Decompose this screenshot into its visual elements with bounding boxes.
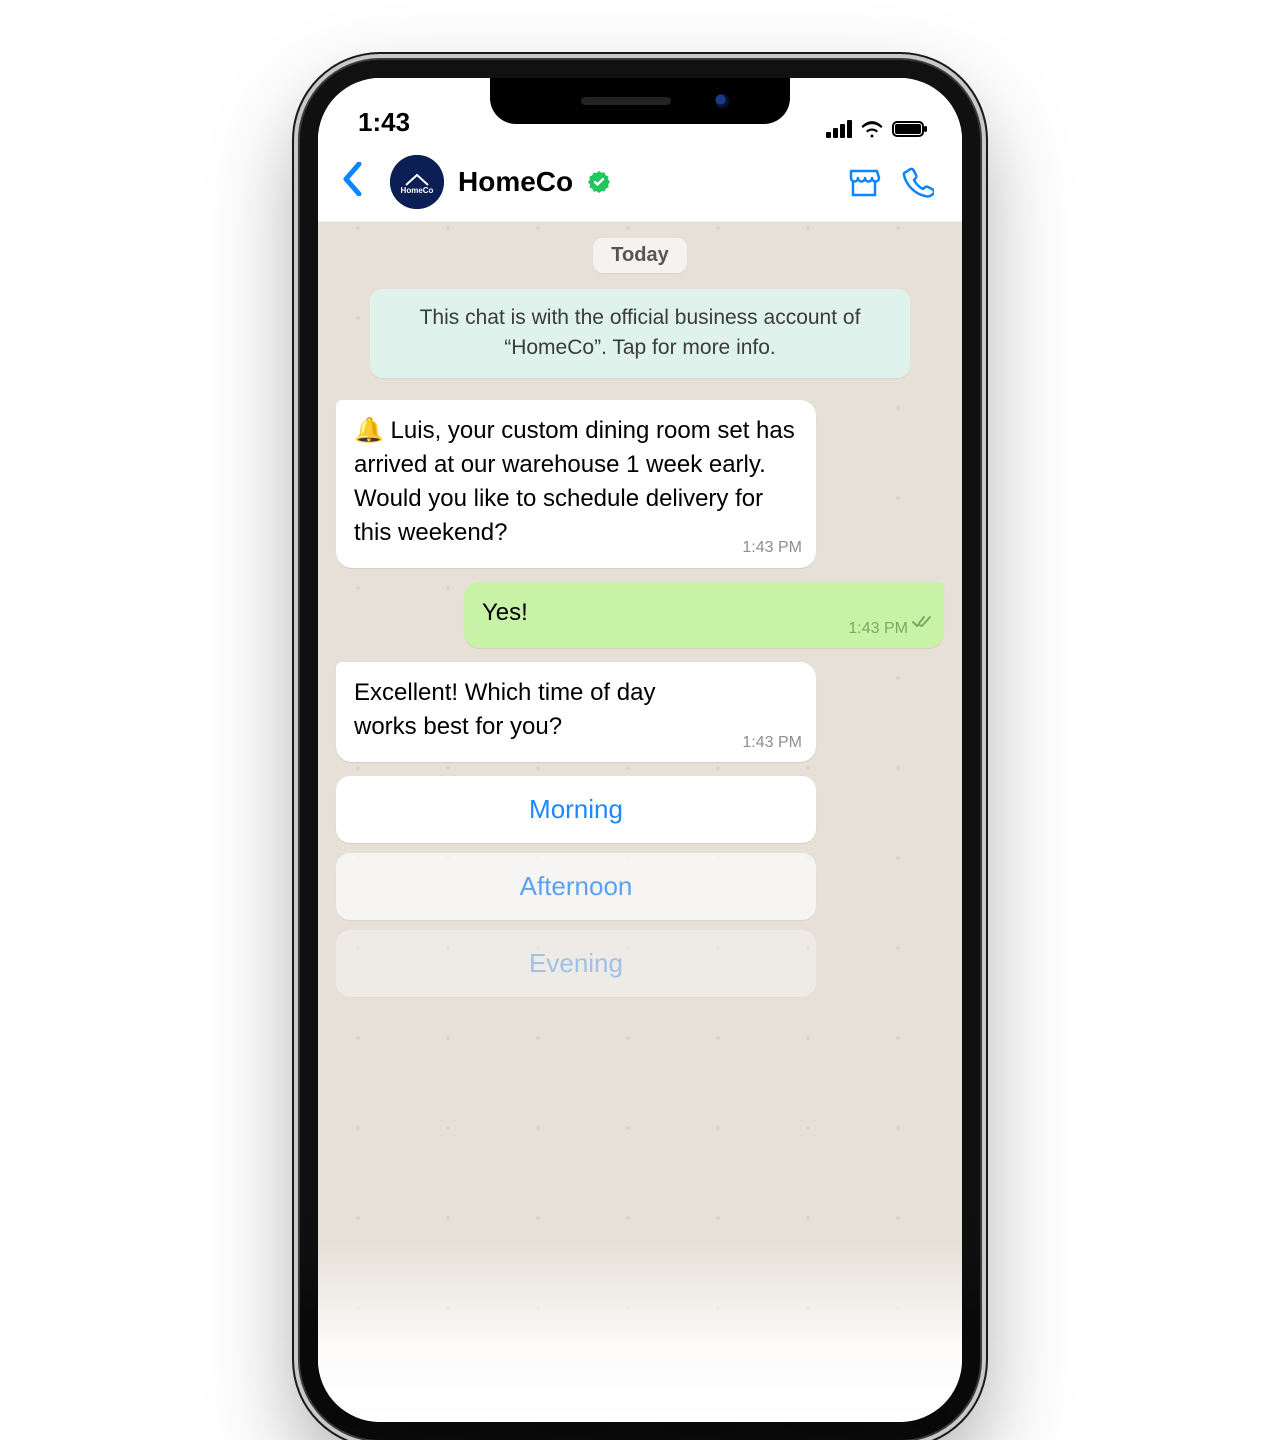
quick-reply-button[interactable]: Morning [336,776,816,843]
messages-area[interactable]: Today This chat is with the official bus… [318,222,962,1422]
status-time: 1:43 [358,107,410,138]
business-info-banner[interactable]: This chat is with the official business … [370,289,910,378]
battery-icon [892,120,928,138]
svg-text:HomeCo: HomeCo [401,186,434,195]
phone-frame: 1:43 HomeCo [300,60,980,1440]
signal-icon [826,120,852,138]
quick-replies: Morning Afternoon Evening [336,776,816,997]
screen: 1:43 HomeCo [318,78,962,1422]
message-text: 🔔 Luis, your custom dining room set has … [354,417,795,546]
message-text: Yes! [482,599,528,626]
back-button[interactable] [342,162,376,201]
chat-header: HomeCo HomeCo [318,142,962,222]
message-time: 1:43 PM [742,732,802,755]
call-icon[interactable] [898,166,938,198]
contact-name[interactable]: HomeCo [458,166,573,198]
message-time: 1:43 PM [742,537,802,560]
quick-reply-button[interactable]: Evening [336,930,816,997]
shop-icon[interactable] [844,167,884,197]
message-incoming[interactable]: Excellent! Which time of day works best … [336,662,816,762]
message-outgoing[interactable]: Yes! 1:43 PM [464,582,944,648]
message-incoming[interactable]: 🔔 Luis, your custom dining room set has … [336,400,816,568]
quick-reply-button[interactable]: Afternoon [336,853,816,920]
wifi-icon [860,120,884,138]
read-ticks-icon [912,605,932,639]
avatar[interactable]: HomeCo [390,155,444,209]
message-text: Excellent! Which time of day works best … [354,679,655,740]
date-separator: Today [593,238,686,273]
verified-badge-icon [587,170,611,194]
message-time: 1:43 PM [848,618,908,641]
notch [490,78,790,124]
